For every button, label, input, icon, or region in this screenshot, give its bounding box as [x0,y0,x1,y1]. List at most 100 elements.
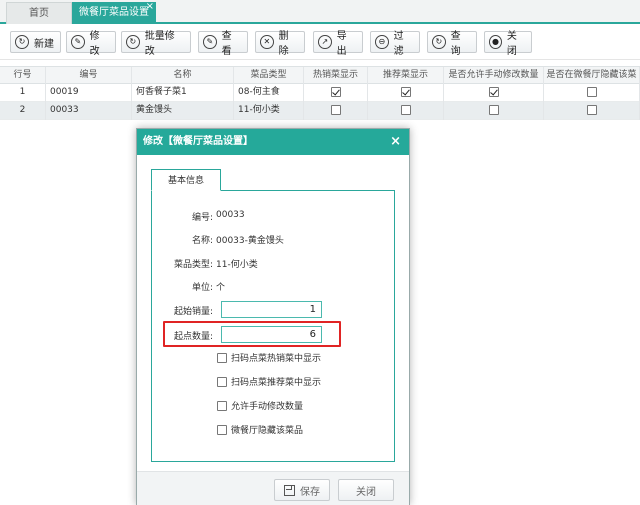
edit-dialog: 修改【微餐厅菜品设置】 × 基本信息 编号: 00033 名称: 00033-黄… [136,128,410,505]
recommend-checkbox[interactable] [400,86,411,97]
cell-name: 黄金馒头 [132,102,234,120]
checkbox-box[interactable] [217,400,227,411]
edit-button[interactable]: ✎ 修改 [66,31,116,57]
tab-dish-settings-label: 微餐厅菜品设置 [79,7,149,18]
export-button-label: 导出 [336,31,347,57]
hidden-checkbox[interactable] [586,104,597,115]
grid-header: 行号 编号 名称 菜品类型 热销菜显示 推荐菜显示 是否允许手动修改数量 是否在… [0,66,640,85]
name-value: 00033-黄金馒头 [216,236,284,246]
dialog-close-button[interactable]: 关闭 [338,479,394,501]
checkbox-hot-scan-label: 扫码点菜热销菜中显示 [231,354,322,364]
dialog-header: 修改【微餐厅菜品设置】 × [137,129,409,155]
cell-recommend [368,84,444,102]
min-sale-input[interactable]: 1 [221,301,322,318]
toolbar: ↻ 新建 ✎ 修改 ↻ 批量修改 ✎ 查看 ✕ 删除 ↗ 导出 ⊖ 过滤 ↻ 查询 ● 关闭 [0,26,640,60]
export-button[interactable]: ↗ 导出 [313,31,363,57]
col-header-row-no[interactable]: 行号 [0,67,46,85]
table-row[interactable]: 1 00019 何香餐子菜1 08-何主食 [0,84,640,102]
col-header-manual[interactable]: 是否允许手动修改数量 [444,67,544,85]
new-button[interactable]: ↻ 新建 [10,31,61,53]
cell-hot [304,84,368,102]
checkbox-hot-scan[interactable]: 扫码点菜热销菜中显示 [217,351,321,364]
checkbox-hide-dish-label: 微餐厅隐藏该菜品 [231,426,304,436]
hot-checkbox[interactable] [330,104,341,115]
delete-button-label: 删除 [278,31,289,57]
filter-icon: ⊖ [375,35,389,49]
col-header-hot[interactable]: 热销菜显示 [304,67,368,85]
export-icon: ↗ [318,35,332,49]
checkbox-hide-dish[interactable]: 微餐厅隐藏该菜品 [217,423,303,436]
refresh-plus-icon: ↻ [15,35,29,49]
close-button[interactable]: ● 关闭 [484,31,532,57]
cell-row-no: 2 [0,102,46,120]
dialog-footer: 保存 关闭 [137,471,409,505]
tab-home[interactable]: 首页 [6,2,72,24]
manual-checkbox[interactable] [488,86,499,97]
tab-dish-settings[interactable]: 微餐厅菜品设置 × [72,0,156,24]
table-row[interactable]: 2 00033 黄金馒头 11-何小类 [0,102,640,120]
batch-edit-button[interactable]: ↻ 批量修改 [121,31,191,57]
cell-row-no: 1 [0,84,46,102]
cell-code: 00019 [46,84,132,102]
unit-label: 单位: [191,283,213,293]
col-header-name[interactable]: 名称 [132,67,234,85]
cell-hidden [544,84,640,102]
refresh-icon: ↻ [432,35,446,49]
refresh-pencil-icon: ↻ [126,35,140,49]
query-button-label: 查询 [450,31,461,57]
dialog-title: 修改【微餐厅菜品设置】 [143,136,253,147]
hidden-checkbox[interactable] [586,86,597,97]
pencil-view-icon: ✎ [203,35,217,49]
code-label: 编号: [191,213,213,223]
close-button-label: 关闭 [506,31,517,57]
unit-value: 个 [216,283,226,293]
cell-manual [444,102,544,120]
checkbox-box[interactable] [217,352,227,363]
view-button[interactable]: ✎ 查看 [198,31,248,57]
tab-basic-info[interactable]: 基本信息 [151,169,221,191]
hot-checkbox[interactable] [330,86,341,97]
code-value: 00033 [216,210,245,220]
cell-type: 08-何主食 [234,84,304,102]
batch-edit-button-label: 批量修改 [144,31,175,57]
type-value: 11-何小类 [216,260,258,270]
col-header-hidden[interactable]: 是否在微餐厅隐藏该菜 [544,67,640,85]
cell-code: 00033 [46,102,132,120]
checkbox-manual-qty[interactable]: 允许手动修改数量 [217,399,303,412]
dish-grid: 行号 编号 名称 菜品类型 热销菜显示 推荐菜显示 是否允许手动修改数量 是否在… [0,66,640,120]
cell-recommend [368,102,444,120]
cell-type: 11-何小类 [234,102,304,120]
dialog-close-icon[interactable]: × [390,129,401,155]
col-header-type[interactable]: 菜品类型 [234,67,304,85]
save-button[interactable]: 保存 [274,479,330,501]
manual-checkbox[interactable] [488,104,499,115]
type-label: 菜品类型: [173,260,213,270]
pencil-circle-icon: ✎ [71,35,85,49]
stop-circle-icon: ● [489,35,502,49]
delete-button[interactable]: ✕ 删除 [255,31,305,57]
highlight-box [163,321,341,347]
cell-manual [444,84,544,102]
close-circle-icon: ✕ [260,35,274,49]
filter-button-label: 过滤 [393,31,404,57]
tab-close-icon[interactable]: × [146,0,154,18]
col-header-recommend[interactable]: 推荐菜显示 [368,67,444,85]
floppy-disk-icon [284,484,295,496]
edit-button-label: 修改 [89,31,100,57]
recommend-checkbox[interactable] [400,104,411,115]
checkbox-recommend-scan-label: 扫码点菜推荐菜中显示 [231,378,322,388]
filter-button[interactable]: ⊖ 过滤 [370,31,420,57]
tab-bar: 首页 微餐厅菜品设置 × [0,0,640,24]
save-button-label: 保存 [300,486,320,498]
checkbox-recommend-scan[interactable]: 扫码点菜推荐菜中显示 [217,375,321,388]
cell-hot [304,102,368,120]
query-button[interactable]: ↻ 查询 [427,31,477,57]
checkbox-box[interactable] [217,376,227,387]
view-button-label: 查看 [221,31,232,57]
checkbox-box[interactable] [217,424,227,435]
min-sale-label: 起始销量: [173,307,213,317]
col-header-code[interactable]: 编号 [46,67,132,85]
cell-name: 何香餐子菜1 [132,84,234,102]
checkbox-manual-qty-label: 允许手动修改数量 [231,402,304,412]
cell-hidden [544,102,640,120]
